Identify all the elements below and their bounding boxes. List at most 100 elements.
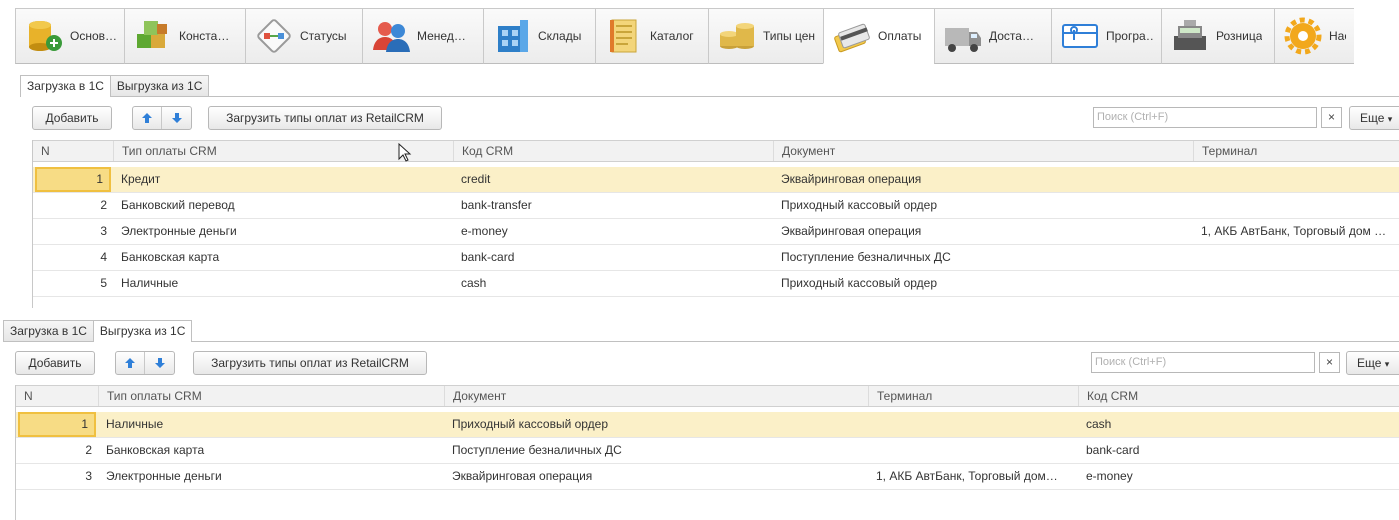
- document-cell: Эквайринговая операция: [781, 224, 922, 238]
- more-label: Еще: [1360, 111, 1385, 125]
- payment-type-cell: Банковская карта: [121, 250, 220, 264]
- building-blocks-icon: [131, 14, 175, 58]
- row-number: 2: [85, 443, 92, 457]
- arrow-up-icon[interactable]: [116, 352, 145, 374]
- column-header[interactable]: Документ: [444, 386, 868, 406]
- subtab-load-to-1c[interactable]: Загрузка в 1С: [3, 320, 94, 341]
- column-header[interactable]: N: [16, 386, 98, 406]
- tab-label: Розница: [1216, 29, 1263, 43]
- gift-card-icon: [1058, 14, 1102, 58]
- tab-catalog[interactable]: Каталог: [595, 8, 709, 64]
- table-row[interactable]: 3 Электронные деньги Эквайринговая опера…: [16, 464, 1399, 490]
- column-header[interactable]: Код CRM: [1078, 386, 1399, 406]
- move-buttons: [132, 106, 192, 130]
- crm-code-cell: cash: [1086, 417, 1112, 431]
- column-header[interactable]: Терминал: [868, 386, 1078, 406]
- coins-icon: [715, 14, 759, 58]
- table-row[interactable]: 2 Банковский перевод bank-transfer Прихо…: [33, 193, 1399, 219]
- more-button[interactable]: Еще ▾: [1349, 106, 1399, 130]
- table-row[interactable]: 1 Наличные Приходный кассовый ордер cash: [16, 412, 1399, 438]
- arrow-up-icon[interactable]: [133, 107, 162, 129]
- load-payment-types-button[interactable]: Загрузить типы оплат из RetailCRM: [193, 351, 427, 375]
- more-button[interactable]: Еще ▾: [1346, 351, 1399, 375]
- row-number: 5: [100, 276, 107, 290]
- terminal-cell: [1193, 193, 1399, 218]
- tab-label: Оплаты: [878, 29, 922, 43]
- tab-payments[interactable]: Оплаты: [823, 8, 935, 64]
- payment-type-cell: Электронные деньги: [121, 224, 237, 238]
- card-icon: [830, 14, 874, 58]
- database-icon: [22, 14, 66, 58]
- tab-retail[interactable]: Розница: [1161, 8, 1275, 64]
- subtab-load-to-1c[interactable]: Загрузка в 1С: [20, 75, 111, 97]
- tab-basics[interactable]: Основ…: [15, 8, 125, 64]
- add-button[interactable]: Добавить: [15, 351, 95, 375]
- arrow-down-icon[interactable]: [145, 352, 174, 374]
- row-number: 2: [100, 198, 107, 212]
- flow-icon: [252, 14, 296, 58]
- chevron-down-icon: ▾: [1387, 114, 1393, 124]
- load-payment-types-button[interactable]: Загрузить типы оплат из RetailCRM: [208, 106, 442, 130]
- payment-type-cell: Банковский перевод: [121, 198, 235, 212]
- subtab-export-from-1c[interactable]: Выгрузка из 1С: [92, 320, 193, 342]
- table-row[interactable]: 1 Кредит credit Эквайринговая операция: [33, 167, 1399, 193]
- tab-constants[interactable]: Конста…: [124, 8, 246, 64]
- subtab-export-from-1c[interactable]: Выгрузка из 1С: [109, 75, 210, 96]
- column-header[interactable]: Код CRM: [453, 141, 773, 161]
- subtab-divider: [3, 341, 1399, 342]
- subtab-divider: [20, 96, 1399, 97]
- table-row[interactable]: 4 Банковская карта bank-card Поступление…: [33, 245, 1399, 271]
- users-icon: [369, 14, 413, 58]
- tab-warehouses[interactable]: Склады: [483, 8, 596, 64]
- payment-type-cell: Наличные: [106, 417, 164, 431]
- terminal-cell: [868, 412, 1078, 437]
- crm-code-cell: bank-card: [461, 250, 515, 264]
- arrow-down-icon[interactable]: [162, 107, 191, 129]
- tab-programs[interactable]: Програ…: [1051, 8, 1162, 64]
- column-header[interactable]: Документ: [773, 141, 1193, 161]
- clear-search-button[interactable]: ×: [1319, 352, 1340, 373]
- column-header[interactable]: N: [33, 141, 113, 161]
- table-header: N Тип оплаты CRM Код CRM Документ Термин…: [33, 140, 1399, 162]
- mouse-cursor-icon: [398, 142, 412, 166]
- document-cell: Приходный кассовый ордер: [452, 417, 609, 431]
- payment-type-cell: Наличные: [121, 276, 179, 290]
- upper-subtabs: Загрузка в 1С Выгрузка из 1С: [20, 75, 210, 97]
- tab-price-types[interactable]: Типы цен: [708, 8, 824, 64]
- column-header[interactable]: Тип оплаты CRM: [98, 386, 444, 406]
- table-row[interactable]: 2 Банковская карта Поступление безналичн…: [16, 438, 1399, 464]
- table-row[interactable]: 3 Электронные деньги e-money Эквайрингов…: [33, 219, 1399, 245]
- crm-code-cell: credit: [461, 172, 491, 186]
- move-buttons: [115, 351, 175, 375]
- payment-type-cell: Банковская карта: [106, 443, 205, 457]
- tab-settings[interactable]: Настр: [1274, 8, 1354, 64]
- terminal-cell: [1193, 167, 1399, 192]
- table-header: N Тип оплаты CRM Документ Терминал Код C…: [16, 385, 1399, 407]
- column-header[interactable]: Терминал: [1193, 141, 1399, 161]
- tab-label: Програ…: [1106, 29, 1153, 43]
- tab-managers[interactable]: Менед…: [362, 8, 484, 64]
- crm-code-cell: cash: [461, 276, 487, 290]
- search-input[interactable]: Поиск (Ctrl+F): [1093, 107, 1317, 128]
- top-tab-strip: Основ… Конста… Статусы Менед… Склады Кат…: [0, 0, 1399, 68]
- search-input[interactable]: Поиск (Ctrl+F): [1091, 352, 1315, 373]
- table-row[interactable]: 5 Наличные cash Приходный кассовый ордер: [33, 271, 1399, 297]
- tab-label: Основ…: [70, 29, 116, 43]
- cash-register-icon: [1168, 14, 1212, 58]
- tab-statuses[interactable]: Статусы: [245, 8, 363, 64]
- tab-label: Настр: [1329, 29, 1346, 43]
- tab-label: Доста…: [989, 29, 1034, 43]
- terminal-cell: [868, 438, 1078, 463]
- tab-delivery[interactable]: Доста…: [934, 8, 1052, 64]
- document-cell: Поступление безналичных ДС: [452, 443, 622, 457]
- tab-label: Каталог: [650, 29, 694, 43]
- clear-search-button[interactable]: ×: [1321, 107, 1342, 128]
- row-number: 3: [85, 469, 92, 483]
- row-number: 4: [100, 250, 107, 264]
- row-number: 1: [18, 412, 96, 437]
- tab-label: Статусы: [300, 29, 347, 43]
- add-button[interactable]: Добавить: [32, 106, 112, 130]
- row-number: 3: [100, 224, 107, 238]
- tab-label: Конста…: [179, 29, 230, 43]
- lower-subtabs: Загрузка в 1С Выгрузка из 1С: [3, 320, 193, 342]
